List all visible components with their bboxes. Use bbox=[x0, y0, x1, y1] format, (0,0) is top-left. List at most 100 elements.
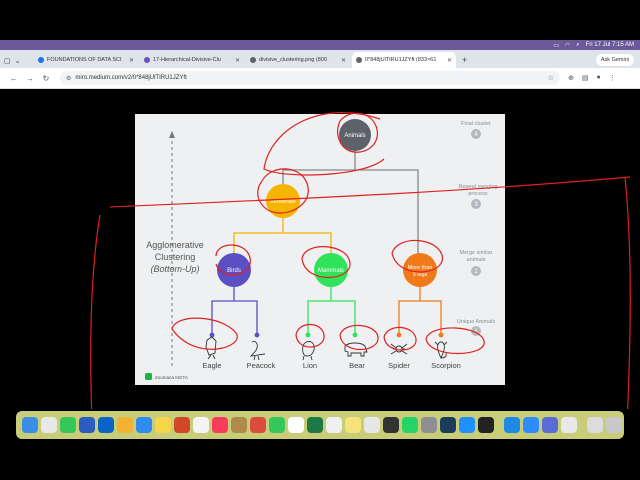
spider-icon bbox=[390, 343, 408, 355]
bookmark-star-icon[interactable]: ☆ bbox=[548, 74, 554, 82]
site-info-icon[interactable]: ⚙ bbox=[66, 75, 71, 82]
downloads-icon[interactable] bbox=[587, 417, 603, 433]
whatsapp-icon[interactable] bbox=[402, 417, 418, 433]
wifi-icon[interactable]: ◠ bbox=[565, 42, 570, 49]
step-4-label: Final cluster bbox=[461, 121, 491, 127]
powerpoint-icon[interactable] bbox=[174, 417, 190, 433]
finder-icon[interactable] bbox=[22, 417, 38, 433]
photos-icon[interactable] bbox=[193, 417, 209, 433]
leaf-label-eagle: Eagle bbox=[202, 361, 221, 370]
quicktime-icon[interactable] bbox=[440, 417, 456, 433]
trash-icon[interactable] bbox=[606, 417, 622, 433]
tab-controls: ▢ ⌄ bbox=[4, 54, 34, 68]
notes-icon[interactable] bbox=[155, 417, 171, 433]
address-bar[interactable]: ⚙ miro.medium.com/v2/0*848jUlTIRU1JZYft … bbox=[60, 71, 560, 85]
step-2-label-line1: Merge similar bbox=[459, 250, 492, 256]
mac-dock bbox=[16, 411, 624, 439]
screen: ▭ ◠ ⌕ Fri 17 Jul 7:15 AM ▢ ⌄ FOUNDATIONS… bbox=[0, 0, 640, 480]
node-animals-label: Animals bbox=[344, 133, 365, 139]
chrome-icon[interactable] bbox=[117, 417, 133, 433]
brand-name: Zoumana KEITA bbox=[155, 375, 188, 380]
step-3-label-line1: Repeat merging bbox=[458, 184, 497, 190]
page-content: Animals Vertebrate Birds Mammals More th… bbox=[0, 89, 640, 409]
tab-divisive-png[interactable]: divisive_clustering.png (800 ✕ bbox=[246, 52, 350, 68]
back-arrow-icon[interactable]: ← bbox=[6, 74, 22, 83]
leaf-label-lion: Lion bbox=[303, 361, 317, 370]
clustering-diagram: Animals Vertebrate Birds Mammals More th… bbox=[145, 119, 498, 380]
tab-active-image[interactable]: 0*848jUlTIRU1JZYft (833×61 ✕ bbox=[352, 52, 456, 68]
leaf-label-bear: Bear bbox=[349, 361, 365, 370]
node-mammals-label: Mammals bbox=[318, 268, 344, 274]
close-icon[interactable]: ✕ bbox=[129, 57, 134, 64]
messages-icon[interactable] bbox=[60, 417, 76, 433]
launchpad-icon[interactable] bbox=[41, 417, 57, 433]
image-favicon-icon bbox=[250, 57, 256, 63]
more-menu-icon[interactable]: ⋮ bbox=[609, 74, 616, 82]
url-text: miro.medium.com/v2/0*848jUlTIRU1JZYft bbox=[75, 75, 187, 81]
settings-icon[interactable] bbox=[421, 417, 437, 433]
tab-foundations[interactable]: FOUNDATIONS OF DATA SCI ✕ bbox=[34, 52, 138, 68]
node-vertebrate-label: Vertebrate bbox=[270, 199, 295, 205]
eagle-icon bbox=[205, 336, 217, 360]
close-icon[interactable]: ✕ bbox=[447, 57, 452, 64]
leaf-dots bbox=[209, 332, 444, 338]
step-3-label-line2: process bbox=[468, 191, 488, 197]
tab-hierarchical[interactable]: 17-Hierarchical-Divisive-Clu ✕ bbox=[140, 52, 244, 68]
node-birds-label: Birds bbox=[227, 268, 241, 274]
activity-monitor-icon[interactable] bbox=[383, 417, 399, 433]
annotation-right-line bbox=[624, 176, 631, 409]
node-legs-label-line2: 3 legs bbox=[413, 272, 428, 278]
zoom-icon[interactable] bbox=[523, 417, 539, 433]
forward-arrow-icon[interactable]: → bbox=[22, 74, 38, 83]
reload-icon[interactable]: ↻ bbox=[38, 74, 54, 83]
diagram-image: Animals Vertebrate Birds Mammals More th… bbox=[135, 114, 505, 385]
image-favicon-icon bbox=[356, 57, 362, 63]
vscode-icon[interactable] bbox=[504, 417, 520, 433]
browser-toolbar: ← → ↻ ⚙ miro.medium.com/v2/0*848jUlTIRU1… bbox=[0, 68, 640, 89]
slack-icon[interactable] bbox=[561, 417, 577, 433]
chevron-down-icon[interactable]: ⌄ bbox=[15, 57, 21, 65]
close-icon[interactable]: ✕ bbox=[235, 57, 240, 64]
docs-favicon-icon bbox=[38, 57, 44, 63]
side-title-line3: (Bottom-Up) bbox=[150, 264, 199, 274]
calendar-icon[interactable] bbox=[288, 417, 304, 433]
side-title-line1: Agglomerative bbox=[146, 240, 204, 250]
ask-gemini-button[interactable]: Ask Gemini bbox=[595, 54, 634, 66]
menubar-datetime[interactable]: Fri 17 Jul 7:15 AM bbox=[586, 42, 634, 48]
leaf-label-peacock: Peacock bbox=[247, 361, 276, 370]
music-icon[interactable] bbox=[212, 417, 228, 433]
facetime-icon[interactable] bbox=[269, 417, 285, 433]
screen-recorder-icon[interactable] bbox=[250, 417, 266, 433]
app-store-icon[interactable] bbox=[459, 417, 475, 433]
leaf-label-scorpion: Scorpion bbox=[431, 361, 461, 370]
toolbar-icons: ⊕ ▤ ● ⋮ bbox=[568, 74, 616, 82]
books-icon[interactable] bbox=[231, 417, 247, 433]
preview-icon[interactable] bbox=[364, 417, 380, 433]
scorpion-icon bbox=[434, 341, 448, 360]
outlook-icon[interactable] bbox=[98, 417, 114, 433]
menubar-status: ▭ ◠ ⌕ Fri 17 Jul 7:15 AM bbox=[553, 42, 634, 49]
lion-icon bbox=[302, 341, 315, 361]
system-preferences-icon[interactable] bbox=[542, 417, 558, 433]
reminders-icon[interactable] bbox=[326, 417, 342, 433]
close-icon[interactable]: ✕ bbox=[341, 57, 346, 64]
tree-connectors bbox=[211, 139, 442, 335]
sidebar-icon[interactable]: ▤ bbox=[582, 74, 589, 82]
side-title-line2: Clustering bbox=[155, 252, 196, 262]
extensions-icon[interactable]: ⊕ bbox=[568, 74, 574, 82]
arrow-head-icon bbox=[169, 131, 175, 138]
brand-logo-icon bbox=[145, 373, 152, 380]
new-tab-button[interactable]: + bbox=[458, 52, 471, 68]
bear-icon bbox=[344, 342, 368, 357]
tab-grid-icon[interactable]: ▢ bbox=[4, 57, 11, 65]
terminal-icon[interactable] bbox=[478, 417, 494, 433]
step-1-label: Unique Animals bbox=[457, 319, 495, 325]
word-icon[interactable] bbox=[79, 417, 95, 433]
page-favicon-icon bbox=[144, 57, 150, 63]
profile-avatar-icon[interactable]: ● bbox=[597, 74, 601, 82]
excel-icon[interactable] bbox=[307, 417, 323, 433]
battery-icon[interactable]: ▭ bbox=[553, 42, 559, 49]
stickies-icon[interactable] bbox=[345, 417, 361, 433]
search-icon[interactable]: ⌕ bbox=[576, 42, 579, 49]
safari-icon[interactable] bbox=[136, 417, 152, 433]
